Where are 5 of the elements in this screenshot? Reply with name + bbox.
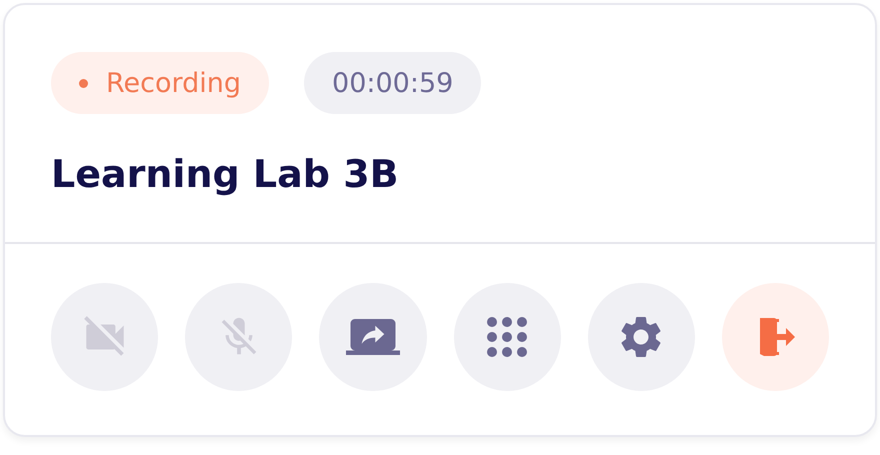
grid-icon xyxy=(486,316,528,358)
room-title: Learning Lab 3B xyxy=(51,152,400,196)
timer-badge: 00:00:59 xyxy=(304,52,482,114)
recording-label: Recording xyxy=(106,68,242,98)
recording-dot-icon xyxy=(79,78,88,88)
